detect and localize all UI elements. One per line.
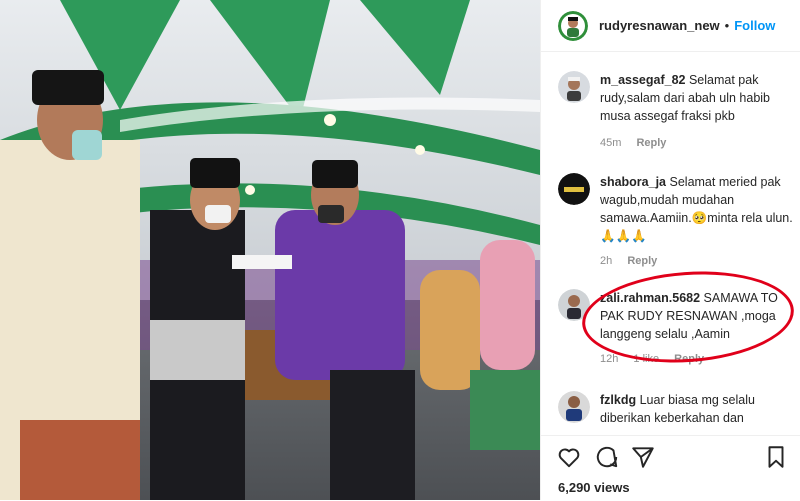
heart-icon[interactable] [556,444,582,470]
avatar-image [558,10,588,41]
reply-button[interactable]: Reply [636,137,666,149]
commenter-avatar[interactable] [558,391,590,423]
commenter-avatar[interactable] [558,71,590,103]
comment-age: 12h [600,353,619,365]
avatar-image [558,71,590,103]
comment-username[interactable]: zali.rahman.5682 [600,291,700,305]
comment-age: 2h [600,255,613,267]
avatar-image [558,173,590,205]
post-header: rudyresnawan_new • Follow [541,0,800,52]
comments-list[interactable]: m_assegaf_82 Selamat pak rudy,salam dari… [541,53,800,433]
commenter-avatar[interactable] [558,173,590,205]
bookmark-icon[interactable] [763,444,789,470]
avatar-image [558,289,590,321]
reply-button[interactable]: Reply [674,353,704,365]
comment-username[interactable]: m_assegaf_82 [600,73,685,87]
commenter-avatar[interactable] [558,289,590,321]
comment-username[interactable]: fzlkdg [600,393,636,407]
post-photo[interactable] [0,0,540,500]
comment-body: zali.rahman.5682 SAMAWA TO PAK RUDY RESN… [600,289,798,343]
post-photo-illustration [0,0,540,500]
avatar-image [558,391,590,423]
post-author-avatar[interactable] [558,10,588,41]
header-separator: • [724,18,730,33]
comment-body: m_assegaf_82 Selamat pak rudy,salam dari… [600,71,798,125]
post-actions: 6,290 views [541,435,800,501]
share-icon[interactable] [630,444,656,470]
comment-age: 45m [600,137,622,149]
views-count: 6,290 views [558,480,630,495]
comment-body: shabora_ja Selamat meried pak wagub,muda… [600,173,798,245]
comment-meta: 45m Reply [600,137,678,149]
follow-button[interactable]: Follow [734,18,775,33]
reply-button[interactable]: Reply [627,255,657,267]
comment-username[interactable]: shabora_ja [600,175,666,189]
comment-meta: 12h 1 like Reply [600,353,716,365]
comment-meta: 2h Reply [600,255,669,267]
post-author-username[interactable]: rudyresnawan_new [599,18,720,33]
comment-body: fzlkdg Luar biasa mg selalu diberikan ke… [600,391,798,427]
comment-icon[interactable] [594,444,620,470]
comment-likes[interactable]: 1 like [633,353,659,365]
post-sidebar: rudyresnawan_new • Follow m_assegaf_82 S… [540,0,800,500]
